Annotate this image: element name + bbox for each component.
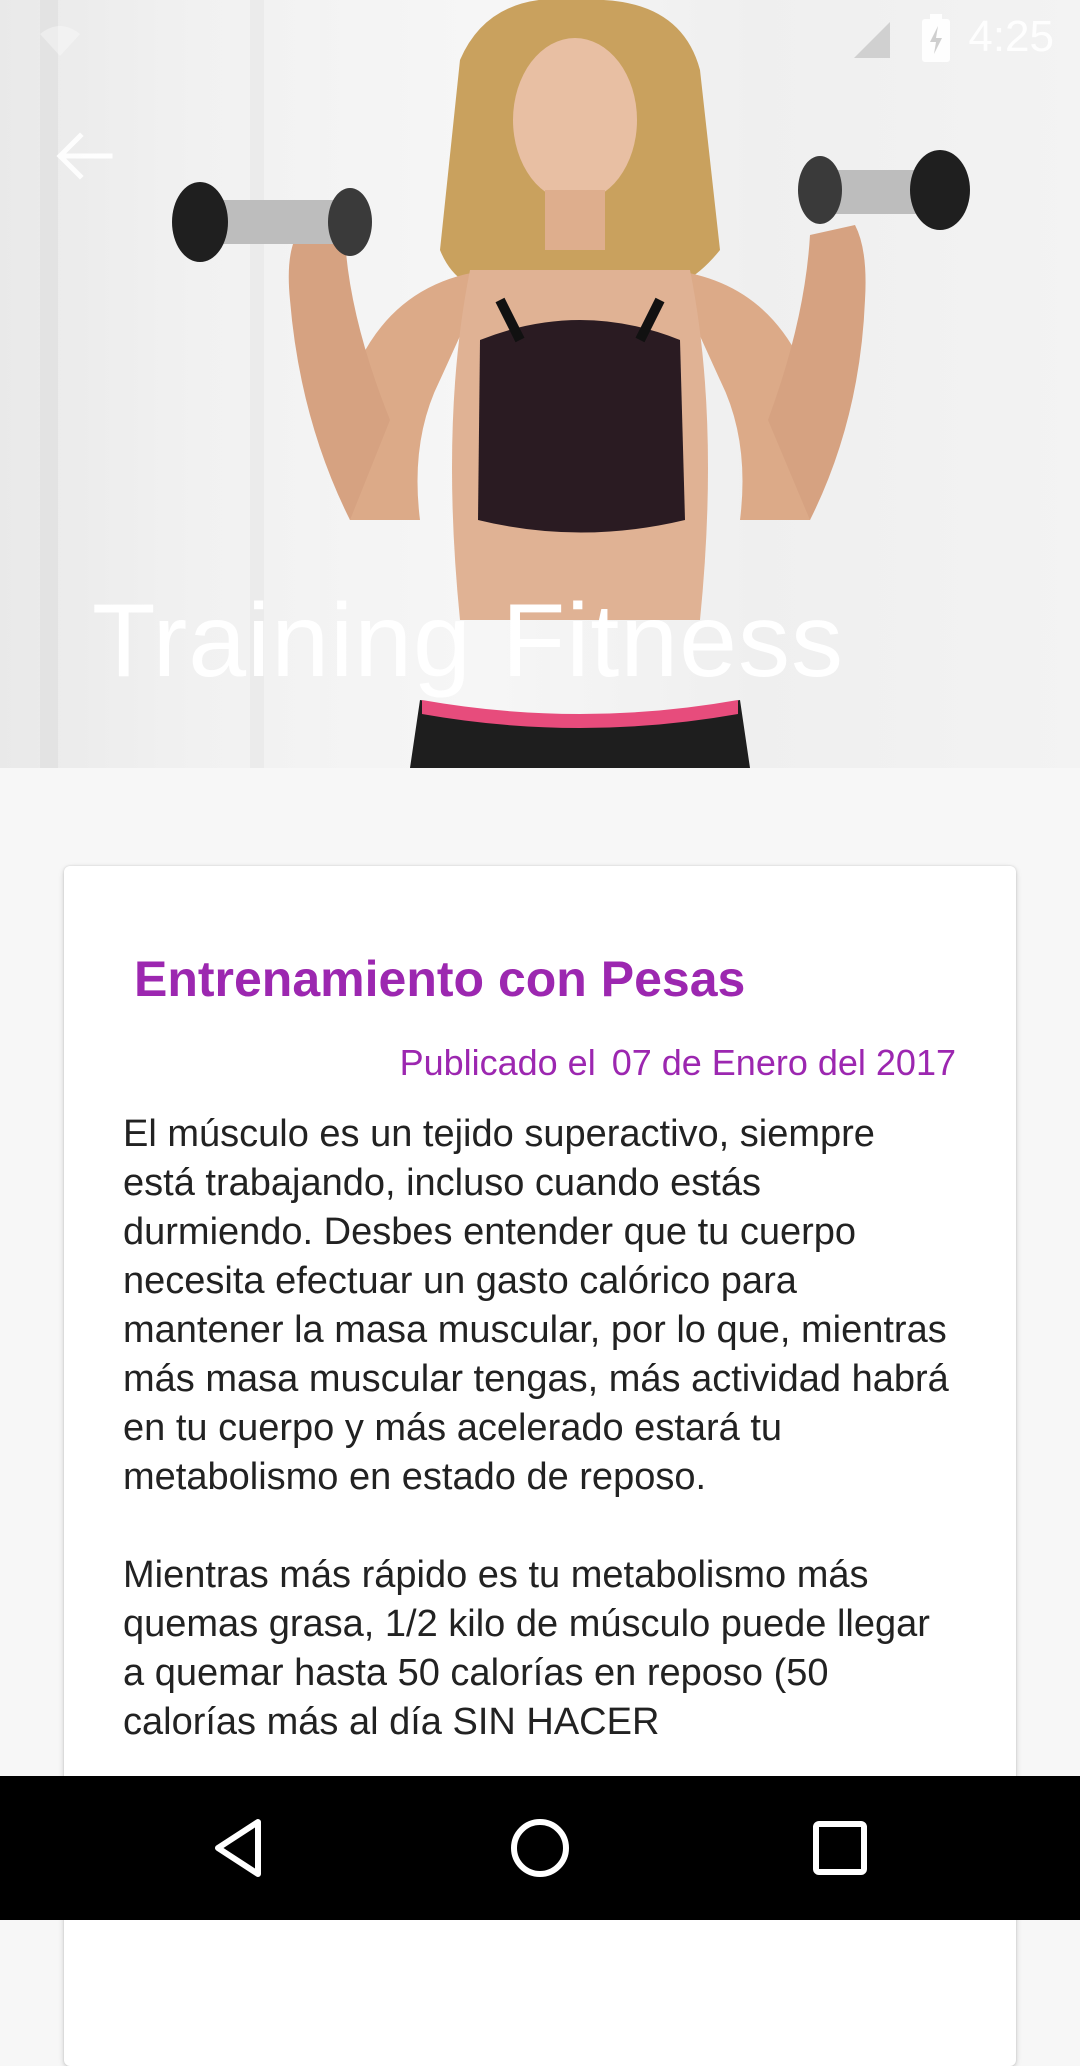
article-date: Publicado el 07 de Enero del 2017 [400,1042,956,1084]
date-value: 07 de Enero del 2017 [611,1042,956,1083]
article-paragraph: El músculo es un tejido superactivo, sie… [123,1113,949,1498]
back-triangle-icon [215,1819,261,1877]
wifi-icon [40,26,80,56]
back-button[interactable] [54,130,114,182]
article-body: El músculo es un tejido superactivo, sie… [123,1110,953,1796]
home-circle-icon [511,1819,569,1877]
wall-detail [40,0,58,768]
date-prefix: Publicado el [399,1042,596,1083]
battery-icon [922,14,950,62]
status-bar: 4:25 [0,0,1080,76]
nav-home-button[interactable] [500,1808,580,1888]
header-image: 4:25 Training Fitness [0,0,1080,768]
arrow-back-icon [56,132,113,180]
article-paragraph: Mientras más rápido es tu metabolismo má… [123,1554,930,1743]
nav-back-button[interactable] [202,1808,282,1888]
navigation-bar [0,1776,1080,1920]
article-title: Entrenamiento con Pesas [134,951,746,1007]
signal-icon [854,22,890,58]
recents-square-icon [813,1821,867,1875]
toolbar-title: Training Fitness [92,583,844,699]
status-time: 4:25 [968,12,1054,61]
nav-recents-button[interactable] [800,1808,880,1888]
